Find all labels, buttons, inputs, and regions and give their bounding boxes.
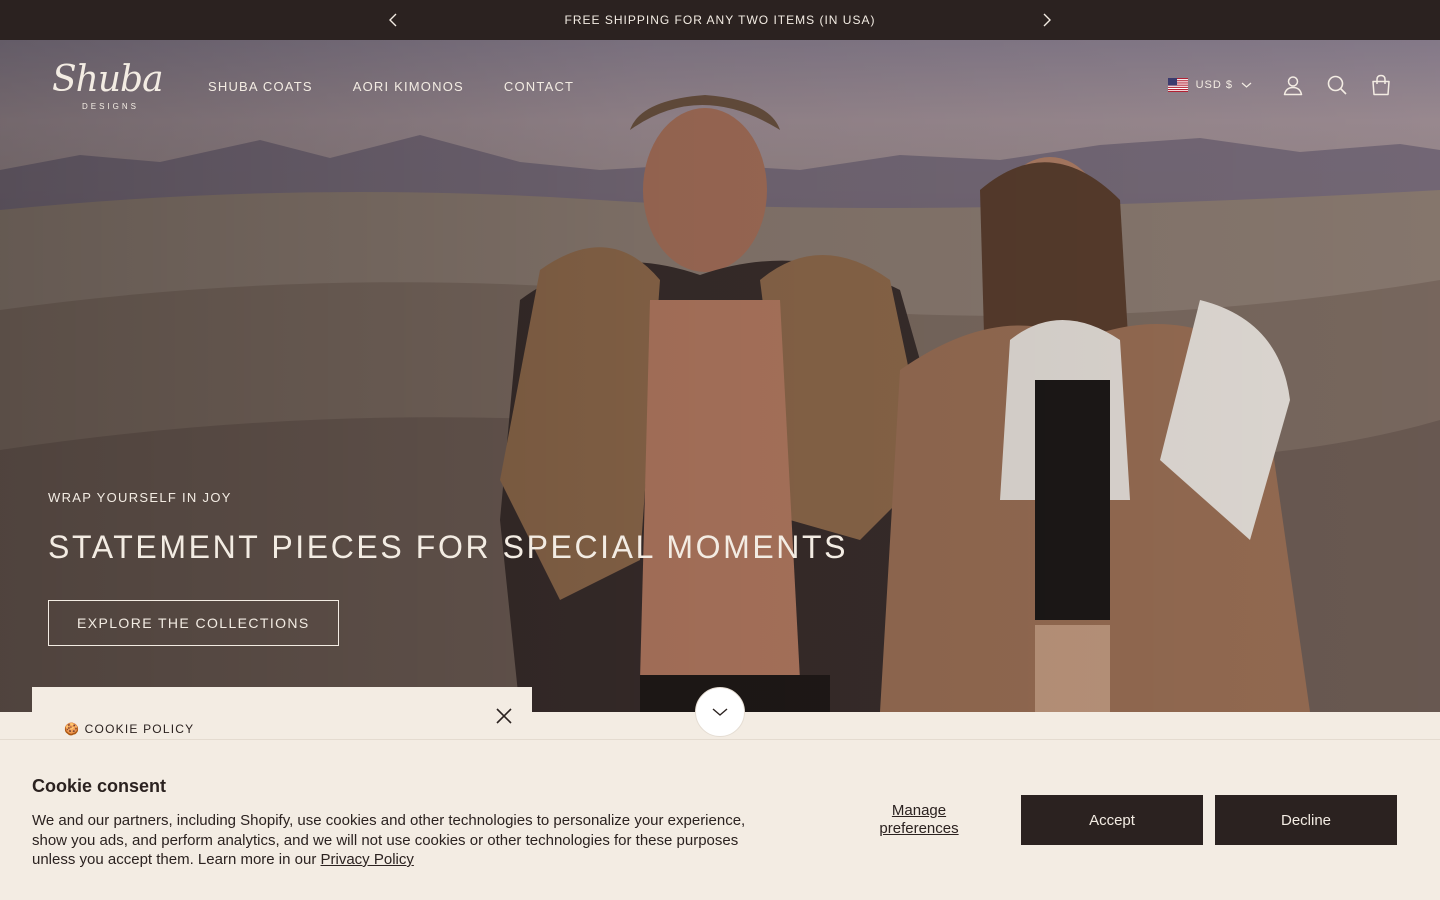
hero-kicker: WRAP YOURSELF IN JOY xyxy=(48,490,232,505)
cookie-policy-panel: 🍪 COOKIE POLICY xyxy=(32,687,532,747)
us-flag-icon xyxy=(1167,78,1188,92)
nav-aori-kimonos[interactable]: AORI KIMONOS xyxy=(353,79,464,94)
accept-button[interactable]: Accept xyxy=(1021,795,1203,845)
chevron-down-icon xyxy=(1241,82,1252,88)
privacy-policy-link[interactable]: Privacy Policy xyxy=(321,851,414,868)
site-logo[interactable]: Shuba DESIGNS xyxy=(52,62,164,118)
nav-shuba-coats[interactable]: SHUBA COATS xyxy=(208,79,313,94)
close-icon[interactable] xyxy=(494,706,514,726)
header-actions: USD $ xyxy=(1167,74,1392,96)
cookie-policy-title: 🍪 COOKIE POLICY xyxy=(64,722,195,736)
currency-selector[interactable]: USD $ xyxy=(1167,78,1252,92)
currency-label: USD $ xyxy=(1195,79,1233,91)
search-icon[interactable] xyxy=(1326,74,1348,96)
nav-contact[interactable]: CONTACT xyxy=(504,79,574,94)
chevron-down-icon xyxy=(712,708,728,716)
scroll-down-button[interactable] xyxy=(695,687,745,737)
announcement-bar: FREE SHIPPING FOR ANY TWO ITEMS (IN USA) xyxy=(0,0,1440,40)
hero-content: WRAP YOURSELF IN JOY STATEMENT PIECES FO… xyxy=(48,490,848,646)
hero-headline: STATEMENT PIECES FOR SPECIAL MOMENTS xyxy=(48,529,849,565)
chevron-right-icon[interactable] xyxy=(1037,11,1055,29)
logo-subtitle: DESIGNS xyxy=(82,102,140,111)
chevron-left-icon[interactable] xyxy=(385,11,403,29)
announcement-text: FREE SHIPPING FOR ANY TWO ITEMS (IN USA) xyxy=(564,13,876,27)
decline-button[interactable]: Decline xyxy=(1215,795,1397,845)
cart-icon[interactable] xyxy=(1370,74,1392,96)
main-nav: SHUBA COATS AORI KIMONOS CONTACT xyxy=(208,79,574,94)
site-header: Shuba DESIGNS SHUBA COATS AORI KIMONOS C… xyxy=(0,40,1440,134)
manage-preferences-link[interactable]: Manage preferences xyxy=(860,802,978,838)
consent-title: Cookie consent xyxy=(32,776,167,796)
explore-collections-button[interactable]: EXPLORE THE COLLECTIONS xyxy=(48,600,339,646)
logo-script: Shuba xyxy=(52,59,164,100)
account-icon[interactable] xyxy=(1282,74,1304,96)
consent-text: We and our partners, including Shopify, … xyxy=(32,811,762,870)
cookie-consent-banner: Cookie consent We and our partners, incl… xyxy=(0,739,1440,900)
